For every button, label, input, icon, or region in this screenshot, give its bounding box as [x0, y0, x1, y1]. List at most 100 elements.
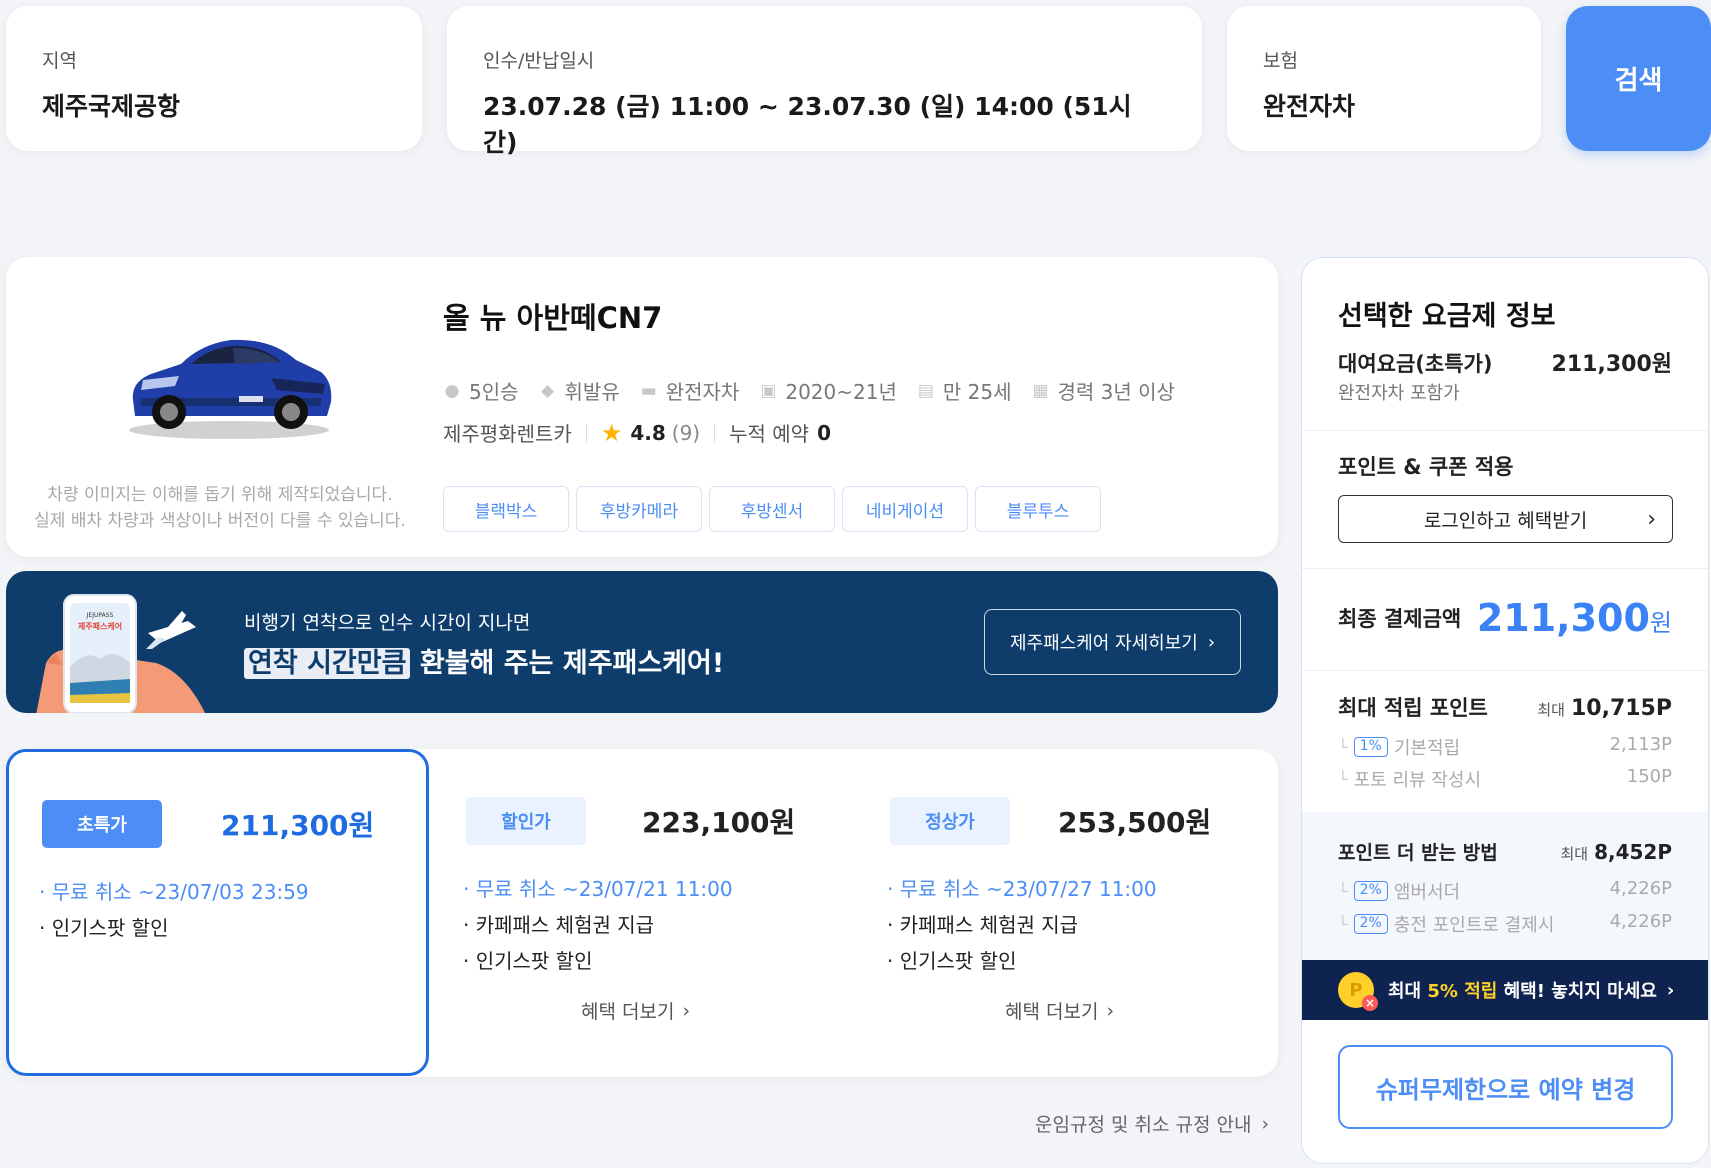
plan-super-deal[interactable]: 초특가 211,300원 · 무료 취소 ~23/07/03 23:59 · 인…: [6, 749, 429, 1076]
rating-count[interactable]: (9): [672, 421, 700, 445]
fare-rules-link[interactable]: 운임규정 및 취소 규정 안내 ›: [1035, 1110, 1269, 1137]
car-specs: ● 5인승 ◆ 휘발유 ▬ 완전자차 ▣ 2020~21년 ▤ 만 25세 ▦ 경력 3년 …: [443, 376, 1175, 405]
final-amount-row: 최종 결제금액 211,300원: [1338, 596, 1672, 640]
spec-seats: ● 5인승: [443, 376, 519, 405]
max-points-row: 최대 적립 포인트 최대 10,715P: [1338, 692, 1672, 722]
more-points-section: 포인트 더 받는 방법 최대 8,452P └ 2% 앰버서더 4,226P └ 2% 충…: [1302, 812, 1708, 960]
max-prefix: 최대: [1560, 845, 1589, 863]
coupon-title: 포인트 & 쿠폰 적용: [1338, 455, 1514, 479]
coupon-row: 포인트 & 쿠폰 적용: [1338, 451, 1672, 481]
more-benefits-label: 혜택 더보기: [1005, 1001, 1099, 1023]
benefit-text: 인기스팟 할인: [51, 916, 169, 940]
jejupass-care-banner[interactable]: JEJUPASS 제주패스케어 비행기 연착으로 인수 시간이 지나면 연착 시…: [6, 571, 1278, 713]
final-amount-label: 최종 결제금액: [1338, 607, 1462, 631]
region-value: 제주국제공항: [42, 92, 181, 121]
region-selector[interactable]: 지역 제주국제공항: [6, 6, 422, 151]
more-benefits-link[interactable]: 혜택 더보기 ›: [581, 997, 690, 1024]
point-coin-icon: P: [1338, 972, 1378, 1011]
insurance-icon: ▬: [640, 380, 657, 401]
spec-fuel: ◆ 휘발유: [539, 376, 620, 405]
plan-badge: 정상가: [890, 797, 1010, 845]
plan-benefits: · 무료 취소 ~23/07/21 11:00 · 카페패스 체험권 지급 · …: [463, 871, 733, 979]
max-points-label: 최대 적립 포인트: [1338, 696, 1488, 720]
age-icon: ▤: [917, 380, 934, 401]
promo-highlight: 5% 적립: [1427, 981, 1498, 1002]
plan-benefits: · 무료 취소 ~23/07/03 23:59 · 인기스팟 할인: [39, 874, 309, 946]
panel-title: 선택한 요금제 정보: [1338, 301, 1556, 332]
login-for-benefits-button[interactable]: 로그인하고 혜택받기 ›: [1338, 495, 1673, 543]
rental-fee-value: 211,300원: [1551, 352, 1672, 377]
benefit-item: · 인기스팟 할인: [463, 949, 593, 973]
plan-discount[interactable]: 할인가 223,100원 · 무료 취소 ~23/07/21 11:00 · 카…: [460, 749, 860, 1076]
benefit-text: 인기스팟 할인: [899, 949, 1017, 973]
plan-badge: 할인가: [466, 797, 586, 845]
disclaimer-line-2: 실제 배차 차량과 색상이나 버전이 다를 수 있습니다.: [34, 511, 406, 531]
charge-points-value: 4,226P: [1609, 911, 1672, 932]
promo-prefix: 최대: [1388, 981, 1428, 1002]
fare-rules-label: 운임규정 및 취소 규정 안내: [1035, 1114, 1252, 1136]
plan-badge: 초특가: [42, 800, 162, 848]
review-points-row: └ 포토 리뷰 작성시 150P: [1338, 766, 1672, 792]
region-label: 지역: [42, 50, 77, 72]
spec-text: 만 25세: [942, 380, 1012, 404]
login-button-label: 로그인하고 혜택받기: [1423, 509, 1588, 532]
plan-price: 211,300원: [221, 809, 375, 842]
chevron-right-icon: ›: [682, 999, 691, 1022]
chevron-right-icon: ›: [1666, 979, 1675, 1001]
benefit-item: · 인기스팟 할인: [887, 949, 1017, 973]
spec-text: 완전자차: [665, 380, 740, 404]
rental-company[interactable]: 제주평화렌트카: [443, 418, 572, 447]
more-points-label: 포인트 더 받는 방법: [1338, 842, 1498, 864]
option-tag: 블랙박스: [443, 486, 569, 532]
ambassador-label: 앰버서더: [1393, 882, 1461, 903]
spec-text: 휘발유: [564, 380, 620, 404]
spec-text: 경력 3년 이상: [1057, 380, 1175, 404]
insurance-label: 보험: [1263, 50, 1298, 72]
star-icon: ★: [600, 418, 623, 447]
ambassador-points-row: └ 2% 앰버서더 4,226P: [1338, 878, 1672, 904]
bookings-value: 0: [817, 420, 831, 445]
banner-subtitle: 비행기 연착으로 인수 시간이 지나면: [244, 612, 531, 634]
divider: [1302, 670, 1708, 671]
car-image: [129, 339, 332, 439]
ambassador-value: 4,226P: [1609, 878, 1672, 899]
jejupass-care-details-button[interactable]: 제주패스케어 자세히보기 ›: [984, 609, 1241, 675]
plan-benefits: · 무료 취소 ~23/07/27 11:00 · 카페패스 체험권 지급 · …: [887, 871, 1157, 979]
tree-corner-icon: └: [1338, 881, 1348, 901]
charge-points-label: 충전 포인트로 결제시: [1393, 915, 1555, 936]
insurance-selector[interactable]: 보험 완전자차: [1227, 6, 1541, 151]
points-promo-bar[interactable]: P 최대 5% 적립 혜택! 놓치지 마세요 ›: [1302, 960, 1708, 1020]
benefit-text: 카페패스 체험권 지급: [475, 913, 655, 937]
charge-points-row: └ 2% 충전 포인트로 결제시 4,226P: [1338, 911, 1672, 937]
plan-regular[interactable]: 정상가 253,500원 · 무료 취소 ~23/07/27 11:00 · 카…: [884, 749, 1284, 1076]
rental-fee-label: 대여요금(초특가): [1338, 352, 1493, 376]
license-icon: ▦: [1032, 380, 1049, 401]
more-benefits-link[interactable]: 혜택 더보기 ›: [1005, 997, 1114, 1024]
rental-fee-row: 대여요금(초특가) 211,300원: [1338, 346, 1672, 378]
plan-price: 253,500원: [1058, 806, 1212, 839]
spec-license: ▦ 경력 3년 이상: [1031, 376, 1174, 405]
spec-text: 2020~21년: [785, 380, 897, 404]
search-button[interactable]: 검색: [1566, 6, 1711, 151]
rental-fee-note: 완전자차 포함가: [1338, 383, 1460, 404]
more-points-value: 8,452P: [1594, 840, 1672, 864]
divider: [1302, 430, 1708, 431]
person-icon: ●: [444, 380, 460, 401]
option-tag: 후방카메라: [576, 486, 702, 532]
more-points-header: 포인트 더 받는 방법 최대 8,452P: [1338, 838, 1672, 865]
rating-value: 4.8: [630, 420, 666, 445]
benefit-item: · 무료 취소 ~23/07/21 11:00: [463, 877, 733, 901]
more-benefits-label: 혜택 더보기: [581, 1001, 675, 1023]
plan-price: 223,100원: [642, 806, 796, 839]
divider: [585, 423, 587, 442]
banner-highlight: 연착 시간만큼: [244, 648, 411, 679]
benefit-item: · 카페패스 체험권 지급: [887, 913, 1079, 937]
app-text-small: JEJUPASS: [86, 612, 114, 619]
max-prefix: 최대: [1537, 701, 1565, 719]
benefit-text: 인기스팟 할인: [475, 949, 593, 973]
date-selector[interactable]: 인수/반납일시 23.07.28 (금) 11:00 ~ 23.07.30 (일…: [447, 6, 1202, 157]
basic-points-row: └ 1% 기본적립 2,113P: [1338, 734, 1672, 760]
spec-insurance: ▬ 완전자차: [640, 376, 740, 405]
option-tag: 블루투스: [975, 486, 1101, 532]
change-to-unlimited-button[interactable]: 슈퍼무제한으로 예약 변경: [1338, 1045, 1673, 1129]
